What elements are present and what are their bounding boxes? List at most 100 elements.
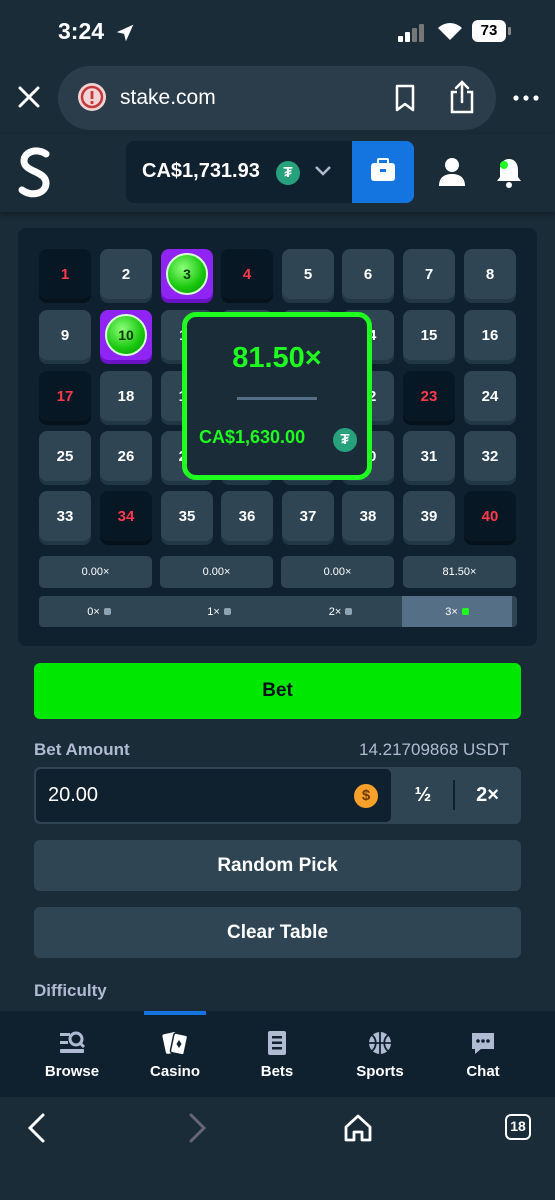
- keno-tile-40[interactable]: 40: [464, 491, 516, 541]
- keno-tile-33[interactable]: 33: [39, 491, 91, 541]
- keno-tile-6[interactable]: 6: [342, 249, 394, 299]
- win-popup: [182, 312, 372, 480]
- keno-tile-17[interactable]: 17: [39, 371, 91, 421]
- keno-tile-25[interactable]: 25: [39, 431, 91, 481]
- close-icon[interactable]: [14, 82, 44, 112]
- user-icon[interactable]: [438, 156, 466, 188]
- tile-number: 18: [117, 387, 135, 405]
- keno-tile-39[interactable]: 39: [403, 491, 455, 541]
- keno-tile-36[interactable]: 36: [221, 491, 273, 541]
- chevron-down-icon[interactable]: [314, 164, 332, 178]
- keno-tile-24[interactable]: 24: [464, 371, 516, 421]
- keno-tile-34[interactable]: 34: [100, 491, 152, 541]
- wallet-button[interactable]: [352, 141, 414, 203]
- tile-number: 2: [121, 265, 131, 283]
- nav-label: Browse: [44, 1063, 100, 1080]
- tile-number: 24: [481, 387, 499, 405]
- home-icon[interactable]: [343, 1113, 373, 1143]
- tile-number: 36: [238, 507, 256, 525]
- hit-count-label: 1×: [207, 605, 220, 618]
- keno-tile-9[interactable]: 9: [39, 310, 91, 360]
- popup-divider: [237, 397, 317, 400]
- nav-sports[interactable]: Sports: [330, 1011, 430, 1097]
- nav-label: Bets: [260, 1063, 294, 1080]
- tile-number: 9: [60, 326, 70, 344]
- tile-number: 39: [420, 507, 438, 525]
- keno-tile-35[interactable]: 35: [161, 491, 213, 541]
- warning-icon[interactable]: [78, 83, 106, 111]
- win-multiplier: 81.50×: [232, 342, 322, 374]
- nav-casino[interactable]: Casino: [125, 1011, 225, 1097]
- tile-number: 23: [420, 387, 438, 405]
- nav-label: Sports: [356, 1063, 404, 1080]
- stake-logo-icon[interactable]: [14, 146, 56, 200]
- random-pick-button[interactable]: Random Pick: [34, 840, 521, 891]
- balance-amount[interactable]: CA$1,731.93: [142, 160, 260, 183]
- dollar-coin-icon: $: [354, 784, 378, 808]
- double-bet-button[interactable]: 2×: [456, 769, 519, 822]
- nav-chat[interactable]: Chat: [433, 1011, 533, 1097]
- keno-tile-31[interactable]: 31: [403, 431, 455, 481]
- bet-amount-input[interactable]: [36, 769, 391, 822]
- keno-tile-8[interactable]: 8: [464, 249, 516, 299]
- bet-amount-usdt: 14.21709868 USDT: [359, 740, 510, 759]
- tile-number: 32: [481, 447, 499, 465]
- button-divider: [453, 780, 455, 810]
- keno-tile-26[interactable]: 26: [100, 431, 152, 481]
- more-options-icon[interactable]: [513, 95, 539, 101]
- bet-amount-label: Bet Amount: [34, 740, 130, 759]
- gem-icon: 3: [166, 253, 208, 295]
- url-text[interactable]: stake.com: [120, 86, 216, 110]
- keno-tile-4[interactable]: 4: [221, 249, 273, 299]
- hit-count-label: 2×: [328, 605, 342, 618]
- keno-tile-16[interactable]: 16: [464, 310, 516, 360]
- clear-table-button[interactable]: Clear Table: [34, 907, 521, 958]
- tile-number: 34: [117, 507, 135, 525]
- back-arrow-icon[interactable]: [24, 1112, 50, 1144]
- tile-number: 26: [117, 447, 135, 465]
- hit-count-cell: 2×: [279, 596, 402, 627]
- nav-browse[interactable]: Browse: [22, 1011, 122, 1097]
- keno-tile-5[interactable]: 5: [282, 249, 334, 299]
- wallet-icon: [371, 158, 395, 181]
- keno-tile-18[interactable]: 18: [100, 371, 152, 421]
- cellular-signal-icon: [398, 24, 426, 42]
- keno-tile-15[interactable]: 15: [403, 310, 455, 360]
- chat-icon: [472, 1033, 494, 1054]
- bet-button[interactable]: Bet: [34, 663, 521, 719]
- keno-tile-38[interactable]: 38: [342, 491, 394, 541]
- share-icon[interactable]: [448, 80, 476, 114]
- bookmark-icon[interactable]: [394, 84, 416, 112]
- keno-tile-2[interactable]: 2: [100, 249, 152, 299]
- keno-tile-37[interactable]: 37: [282, 491, 334, 541]
- bets-icon: [268, 1031, 286, 1055]
- nav-label: Chat: [466, 1063, 500, 1080]
- half-bet-button[interactable]: ½: [392, 769, 454, 822]
- forward-arrow-icon[interactable]: [184, 1112, 210, 1144]
- tether-icon: ₮: [276, 161, 300, 185]
- gem-dot-icon: [223, 608, 231, 615]
- hit-count-cell: 1×: [159, 596, 279, 627]
- tile-number: 6: [363, 265, 373, 283]
- tile-number: 38: [359, 507, 377, 525]
- keno-tile-3[interactable]: 3: [161, 249, 213, 299]
- hits-row: 0× 1× 2× 3×: [39, 596, 517, 627]
- payout-box: 0.00×: [39, 556, 152, 588]
- keno-tile-23[interactable]: 23: [403, 371, 455, 421]
- tether-icon: ₮: [333, 428, 357, 452]
- tile-number: 8: [485, 265, 495, 283]
- keno-tile-32[interactable]: 32: [464, 431, 516, 481]
- browse-icon: [60, 1031, 86, 1053]
- keno-tile-1[interactable]: 1: [39, 249, 91, 299]
- keno-tile-10[interactable]: 10: [100, 310, 152, 360]
- tile-number: 4: [242, 265, 252, 283]
- tabs-count-button[interactable]: 18: [505, 1114, 531, 1140]
- gem-dot-icon: [345, 608, 353, 615]
- tile-number: 7: [424, 265, 434, 283]
- notification-bell-icon[interactable]: [495, 156, 523, 188]
- safari-toolbar: [0, 1097, 555, 1200]
- keno-tile-7[interactable]: 7: [403, 249, 455, 299]
- gem-dot-icon: [103, 608, 111, 615]
- nav-bets[interactable]: Bets: [227, 1011, 327, 1097]
- hit-count-label: 3×: [445, 605, 458, 618]
